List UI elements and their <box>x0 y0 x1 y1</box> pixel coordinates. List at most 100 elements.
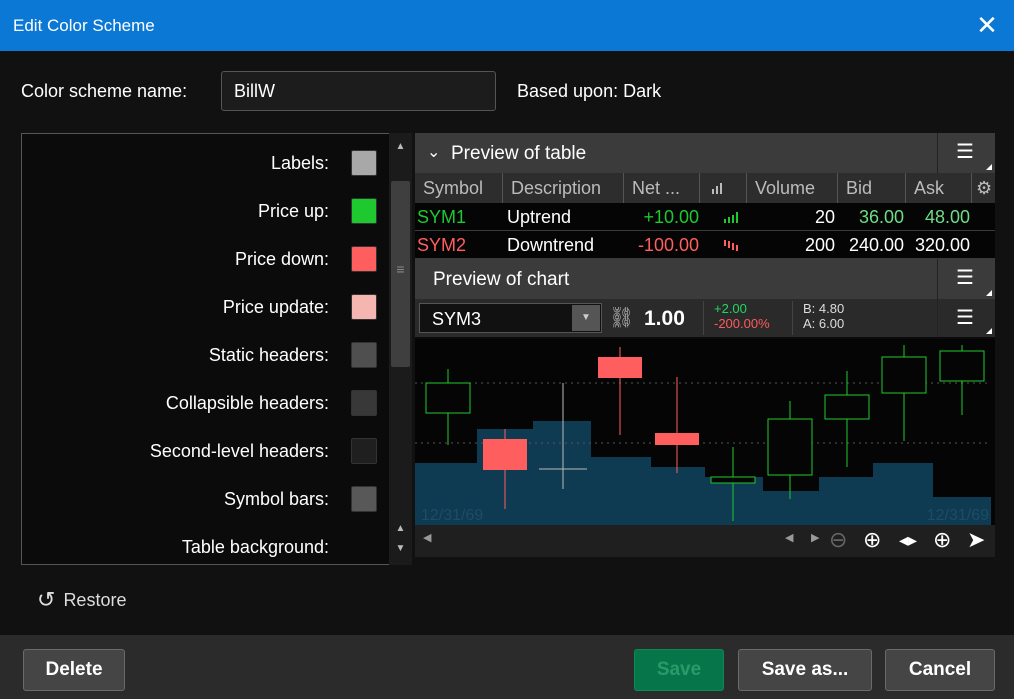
restore-label: Restore <box>63 589 127 610</box>
title-bar: Edit Color Scheme ✕ <box>0 0 1014 51</box>
chart-navigation-bar: ◀ ◀ ▶ ⊖ ⊕ ◂▸ ⊕ ➤ <box>415 525 995 557</box>
save-button[interactable]: Save <box>634 649 724 691</box>
cell-net-change: -100.00 <box>637 235 699 255</box>
table-preview-header[interactable]: ⌄ Preview of table ☰ <box>415 133 995 173</box>
color-row-collapsible-headers: Collapsible headers: <box>166 390 377 416</box>
cell-bid: 240.00 <box>848 235 904 255</box>
price-change: +2.00 -200.00% <box>703 301 789 335</box>
corner-triangle-icon <box>986 164 992 170</box>
ask-value: A: 6.00 <box>803 316 845 331</box>
color-row-second-level-headers: Second-level headers: <box>150 438 377 464</box>
color-label: Collapsible headers: <box>165 392 329 413</box>
color-row-price-up: Price up: <box>258 198 377 224</box>
color-swatch-static-headers[interactable] <box>351 342 377 368</box>
scroll-right-icon[interactable]: ▶ <box>811 531 819 544</box>
cell-description: Uptrend <box>507 207 572 227</box>
color-label: Table background: <box>181 536 329 557</box>
dialog-footer: Delete Save Save as... Cancel <box>0 635 1014 699</box>
zoom-out-icon[interactable]: ⊖ <box>829 527 847 553</box>
delete-button[interactable]: Delete <box>23 649 125 691</box>
color-label: Symbol bars: <box>223 488 329 509</box>
volume-area <box>415 421 991 525</box>
chart-canvas[interactable]: 12/31/69 12/31/69 <box>415 339 995 525</box>
chevron-down-icon[interactable]: ▼ <box>572 305 600 331</box>
save-as-button[interactable]: Save as... <box>738 649 872 691</box>
column-header-trend[interactable] <box>700 173 747 203</box>
table-row[interactable]: SYM1 Uptrend +10.00 20 36.00 48.00 <box>415 203 995 231</box>
column-header-bid[interactable]: Bid <box>838 173 906 203</box>
color-swatch-collapsible-headers[interactable] <box>351 390 377 416</box>
link-icon[interactable]: ⛓ <box>609 305 634 330</box>
candle <box>939 345 985 415</box>
corner-triangle-icon <box>986 328 992 334</box>
bid-value: B: 4.80 <box>803 301 845 316</box>
color-swatch-price-up[interactable] <box>351 198 377 224</box>
chart-toolbar: SYM3 ▼ ⛓ 1.00 +2.00 -200.00% B: 4.80 A: … <box>415 299 995 337</box>
color-label: Second-level headers: <box>149 440 329 461</box>
scroll-down-icon[interactable]: ▼ <box>389 539 412 559</box>
cell-symbol: SYM1 <box>417 207 467 227</box>
table-row[interactable]: SYM2 Downtrend -100.00 200 240.00 320.00 <box>415 231 995 259</box>
scheme-name-input[interactable] <box>221 71 496 111</box>
color-swatch-price-update[interactable] <box>351 294 377 320</box>
date-label-right: 12/31/69 <box>926 507 989 524</box>
candle <box>881 345 927 441</box>
color-label: Price update: <box>222 296 329 317</box>
color-label: Labels: <box>270 152 329 173</box>
chart-preview-header: Preview of chart ☰ <box>415 259 995 299</box>
scroll-left-icon[interactable]: ◀ <box>423 531 431 544</box>
candlestick-chart <box>415 345 991 525</box>
color-swatch-price-down[interactable] <box>351 246 377 272</box>
cell-net-change: +10.00 <box>643 207 699 227</box>
cell-volume: 200 <box>804 235 835 255</box>
restore-button[interactable]: ↺ Restore <box>37 587 126 613</box>
color-row-table-background: Table background: <box>182 534 377 560</box>
cancel-button[interactable]: Cancel <box>885 649 995 691</box>
chevron-down-icon[interactable]: ⌄ <box>427 142 440 162</box>
color-row-static-headers: Static headers: <box>209 342 377 368</box>
candle <box>767 401 813 499</box>
cell-description: Downtrend <box>507 235 595 255</box>
close-icon[interactable]: ✕ <box>970 8 1004 42</box>
crosshair-icon[interactable]: ⊕ <box>933 527 951 553</box>
candle <box>598 347 642 435</box>
column-header-description[interactable]: Description <box>503 173 624 203</box>
scroll-up-icon[interactable]: ▲ <box>389 137 412 157</box>
trend-bars-icon <box>712 183 722 194</box>
corner-triangle-icon <box>986 290 992 296</box>
grip-icon: ≡ <box>396 261 405 277</box>
cell-volume: 20 <box>814 207 835 227</box>
symbol-select[interactable]: SYM3 ▼ <box>419 303 602 333</box>
color-label: Price up: <box>257 200 329 221</box>
candle <box>824 371 870 467</box>
color-label: Price down: <box>234 248 329 269</box>
bid-ask: B: 4.80 A: 6.00 <box>792 301 866 335</box>
last-price: 1.00 <box>644 307 685 330</box>
color-list-scrollbar[interactable]: ▲ ≡ ▲ ▼ <box>389 133 412 565</box>
chart-toolbar-menu-button[interactable]: ☰ <box>937 299 995 337</box>
date-label-left: 12/31/69 <box>421 507 484 524</box>
column-header-net[interactable]: Net ... <box>624 173 700 203</box>
color-swatch-second-level-headers[interactable] <box>351 438 377 464</box>
color-swatch-labels[interactable] <box>351 150 377 176</box>
scroll-up-icon[interactable]: ▲ <box>389 519 412 539</box>
restore-icon: ↺ <box>37 587 56 612</box>
chart-menu-button[interactable]: ☰ <box>937 259 995 299</box>
preview-panel: ⌄ Preview of table ☰ Symbol Description … <box>415 133 995 557</box>
color-swatch-symbol-bars[interactable] <box>351 486 377 512</box>
color-row-labels: Labels: <box>271 150 377 176</box>
candle <box>655 377 699 473</box>
cursor-icon[interactable]: ➤ <box>967 527 985 553</box>
pan-icon[interactable]: ◂▸ <box>899 530 917 551</box>
table-menu-button[interactable]: ☰ <box>937 133 995 173</box>
gear-icon[interactable]: ⚙ <box>972 173 995 203</box>
column-header-ask[interactable]: Ask <box>906 173 972 203</box>
based-upon-label: Based upon: Dark <box>517 81 662 101</box>
column-header-volume[interactable]: Volume <box>747 173 838 203</box>
window-title: Edit Color Scheme <box>13 16 155 35</box>
zoom-in-icon[interactable]: ⊕ <box>863 527 881 553</box>
menu-icon: ☰ <box>956 267 974 289</box>
cell-ask: 48.00 <box>924 207 970 227</box>
column-header-symbol[interactable]: Symbol <box>415 173 503 203</box>
scroll-left-icon[interactable]: ◀ <box>785 531 793 544</box>
